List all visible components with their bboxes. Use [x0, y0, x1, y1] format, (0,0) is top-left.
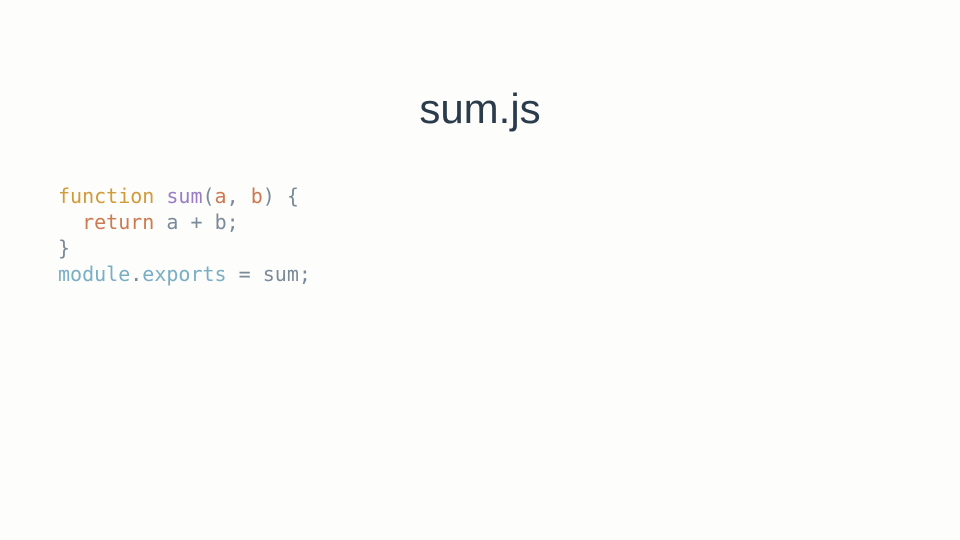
semicolon: ;	[227, 210, 239, 234]
var-a: a	[166, 210, 178, 234]
slide-title: sum.js	[0, 85, 960, 133]
brace-open: {	[287, 184, 299, 208]
var-sum: sum	[263, 262, 299, 286]
dot: .	[130, 262, 142, 286]
equals: =	[239, 262, 251, 286]
param-a: a	[215, 184, 227, 208]
code-block: function sum(a, b) { return a + b; } mod…	[0, 183, 960, 287]
function-name: sum	[166, 184, 202, 208]
paren-close: )	[263, 184, 275, 208]
indent	[58, 210, 82, 234]
keyword-return: return	[82, 210, 154, 234]
keyword-function: function	[58, 184, 154, 208]
param-b: b	[251, 184, 263, 208]
exports: exports	[142, 262, 226, 286]
comma: ,	[227, 184, 239, 208]
brace-close: }	[58, 236, 70, 260]
op-plus: +	[190, 210, 202, 234]
slide: sum.js function sum(a, b) { return a + b…	[0, 0, 960, 540]
var-b: b	[215, 210, 227, 234]
paren-open: (	[203, 184, 215, 208]
semicolon-2: ;	[299, 262, 311, 286]
module: module	[58, 262, 130, 286]
